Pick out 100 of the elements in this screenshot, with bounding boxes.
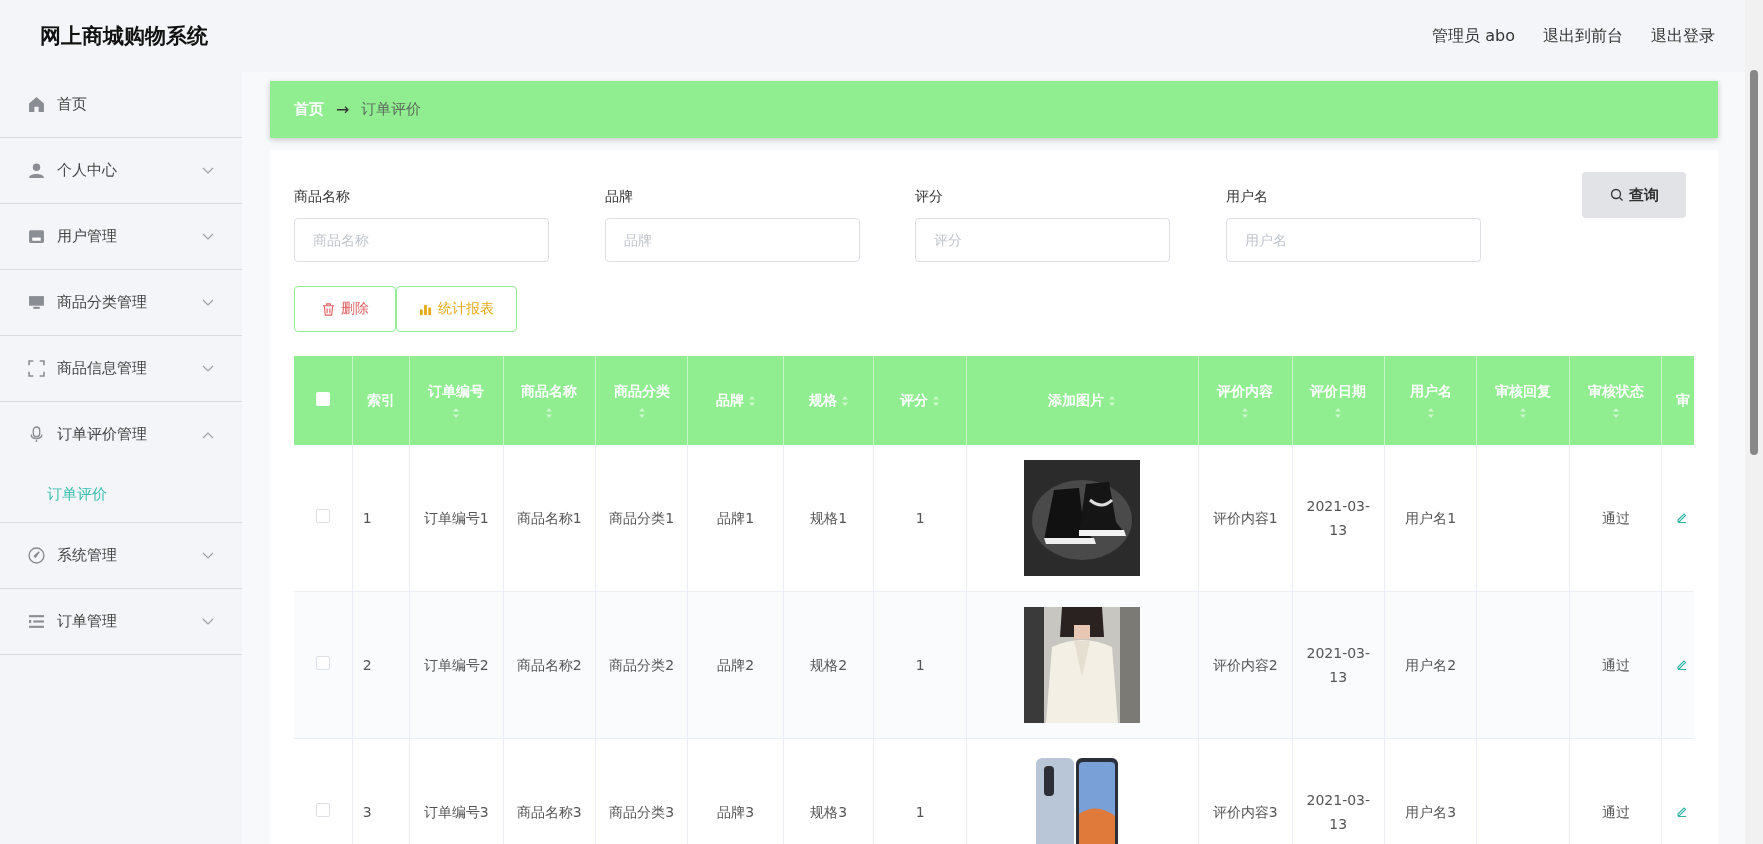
menu-item[interactable]: 用户管理 <box>0 204 242 269</box>
trash-icon <box>321 302 335 316</box>
sort-icon[interactable] <box>1426 406 1435 419</box>
inbox-icon <box>28 228 45 245</box>
column-header[interactable]: 审 <box>1676 391 1691 408</box>
search-field[interactable]: 商品名称 <box>294 218 549 262</box>
header-link[interactable]: 退出登录 <box>1651 25 1715 47</box>
sort-icon[interactable] <box>1241 406 1250 419</box>
sort-icon[interactable] <box>637 406 646 419</box>
user-icon <box>28 162 45 179</box>
bar-chart-icon <box>419 302 432 316</box>
delete-button[interactable]: 删除 <box>294 286 396 332</box>
header-link[interactable]: 退出到前台 <box>1543 25 1623 47</box>
table-cell: 商品分类1 <box>609 509 675 526</box>
table-cell: 通过 <box>1601 803 1630 820</box>
search-field[interactable]: 评分 <box>915 218 1170 262</box>
table-cell: 规格1 <box>810 509 848 526</box>
field-label: 用户名 <box>1226 188 1269 206</box>
table-cell: 用户名2 <box>1405 656 1457 673</box>
table-cell: 1 <box>915 509 925 526</box>
report-button[interactable]: 统计报表 <box>396 286 517 332</box>
table-cell: 订单编号1 <box>423 509 489 526</box>
sort-icon[interactable] <box>1519 406 1528 419</box>
breadcrumb-separator: → <box>336 100 350 119</box>
table-cell: 1 <box>362 509 372 526</box>
column-header[interactable]: 订单编号 <box>428 382 485 399</box>
menu-item[interactable]: 首页 <box>0 72 242 137</box>
field-label: 评分 <box>915 188 944 206</box>
frame-icon <box>28 360 45 377</box>
table-cell: 评价内容2 <box>1212 656 1278 673</box>
table-cell: 订单编号3 <box>423 803 489 820</box>
row-checkbox[interactable] <box>315 802 330 817</box>
select-all-checkbox[interactable] <box>315 392 330 406</box>
microphone-icon <box>28 426 45 443</box>
table-cell: 订单编号2 <box>423 656 489 673</box>
breadcrumb-link[interactable]: 订单评价 <box>361 100 422 119</box>
table-cell: 用户名3 <box>1405 803 1457 820</box>
list-icon <box>28 613 45 630</box>
compass-icon <box>28 547 45 564</box>
menu-item[interactable]: 订单管理 <box>0 589 242 654</box>
scrollbar[interactable] <box>1745 0 1763 844</box>
monitor-icon <box>28 294 45 311</box>
menu-item[interactable]: 商品分类管理 <box>0 270 242 335</box>
table-cell: 评价内容3 <box>1212 803 1278 820</box>
column-header[interactable]: 用户名 <box>1409 382 1452 399</box>
table-cell: 规格2 <box>810 656 848 673</box>
sort-icon[interactable] <box>1611 406 1620 419</box>
home-icon <box>28 96 45 113</box>
column-header[interactable]: 品牌 <box>715 391 744 408</box>
sort-icon[interactable] <box>545 406 554 419</box>
row-checkbox[interactable] <box>315 655 330 670</box>
table-cell: 商品名称1 <box>516 509 582 526</box>
sort-icon[interactable] <box>452 406 461 419</box>
column-header[interactable]: 商品分类 <box>613 382 670 399</box>
column-header[interactable]: 索引 <box>366 391 395 408</box>
sort-icon[interactable] <box>1108 394 1117 407</box>
sort-icon[interactable] <box>932 394 941 407</box>
row-checkbox[interactable] <box>315 508 330 523</box>
field-label: 商品名称 <box>294 188 351 206</box>
column-header[interactable]: 评分 <box>900 391 929 408</box>
table-cell: 2 <box>362 656 372 673</box>
submenu-item[interactable]: 订单评价 <box>0 467 242 522</box>
column-header[interactable]: 规格 <box>808 391 837 408</box>
table-cell: 商品名称2 <box>516 656 582 673</box>
table-cell: 1 <box>915 656 925 673</box>
column-header[interactable]: 商品名称 <box>521 382 578 399</box>
sort-icon[interactable] <box>1334 406 1343 419</box>
sort-icon[interactable] <box>747 394 756 407</box>
column-header[interactable]: 审核回复 <box>1495 382 1552 399</box>
table-cell: 通过 <box>1601 656 1630 673</box>
table-cell: 2021-03-13 <box>1306 497 1371 538</box>
menu-item[interactable]: 个人中心 <box>0 138 242 203</box>
menu-item[interactable]: 商品信息管理 <box>0 336 242 401</box>
table-cell: 2021-03-13 <box>1306 791 1371 832</box>
column-header[interactable]: 审核状态 <box>1587 382 1644 399</box>
field-label: 品牌 <box>605 188 634 206</box>
search-icon <box>1609 188 1624 202</box>
column-header[interactable]: 评价日期 <box>1310 382 1367 399</box>
search-field[interactable]: 用户名 <box>1226 218 1481 262</box>
menu-item[interactable]: 系统管理 <box>0 523 242 588</box>
breadcrumb-link[interactable]: 首页 <box>294 100 324 119</box>
app-title: 网上商城购物系统 <box>40 23 208 50</box>
column-header[interactable]: 评价内容 <box>1217 382 1274 399</box>
table-cell: 品牌2 <box>717 656 755 673</box>
column-header[interactable]: 添加图片 <box>1048 391 1105 408</box>
menu-item[interactable]: 订单评价管理 <box>0 402 242 467</box>
table-cell: 3 <box>362 803 372 820</box>
table-cell: 商品名称3 <box>516 803 582 820</box>
table-cell: 规格3 <box>810 803 848 820</box>
table-cell: 商品分类2 <box>609 656 675 673</box>
search-button[interactable]: 查询 <box>1582 172 1686 218</box>
search-field[interactable]: 品牌 <box>605 218 860 262</box>
table-cell: 2021-03-13 <box>1306 644 1371 685</box>
sort-icon[interactable] <box>840 394 849 407</box>
table-cell: 商品分类3 <box>609 803 675 820</box>
table-cell: 1 <box>915 803 925 820</box>
table-cell: 品牌3 <box>717 803 755 820</box>
table-cell: 用户名1 <box>1405 509 1457 526</box>
table-cell: 品牌1 <box>717 509 755 526</box>
header-link[interactable]: 管理员 abo <box>1432 25 1515 47</box>
